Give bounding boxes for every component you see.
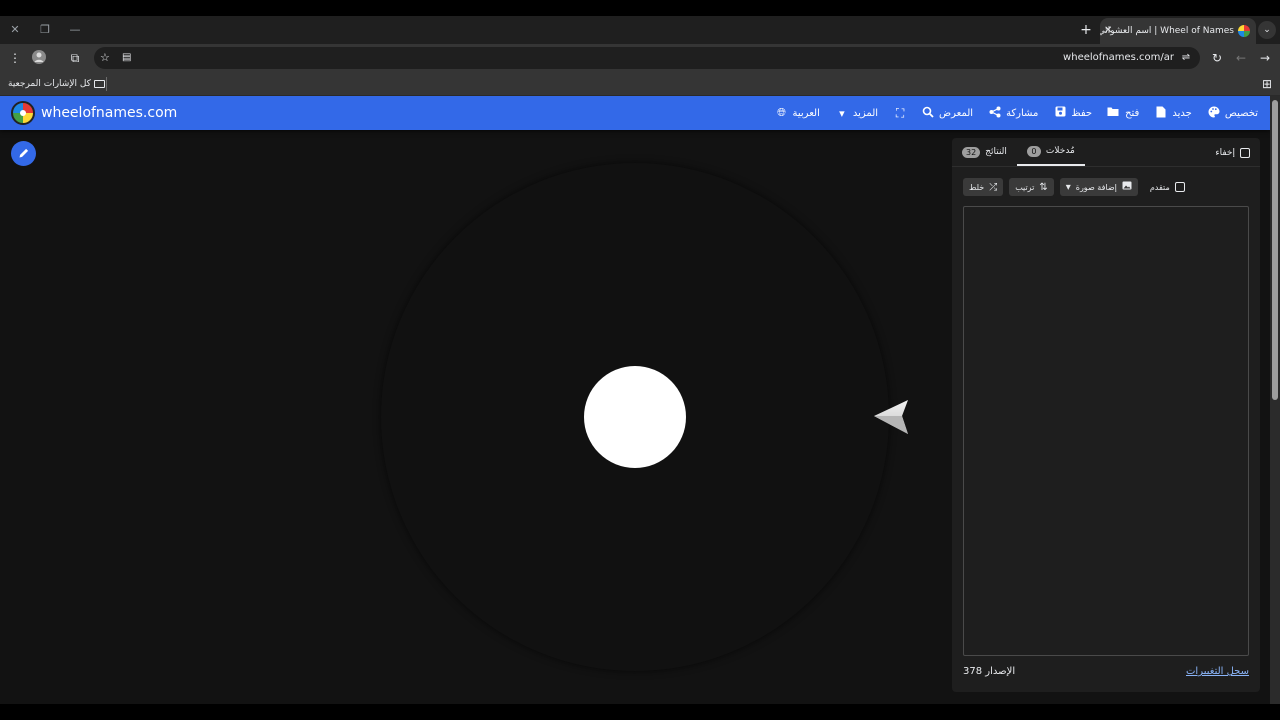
gallery-label: المعرض [939, 107, 974, 119]
advanced-checkbox[interactable] [1174, 182, 1185, 192]
caret-down-icon: ▾ [839, 106, 845, 120]
customize-label: تخصيص [1224, 107, 1258, 119]
shuffle-label: خلط [969, 182, 985, 192]
language-menu[interactable]: 🌐︎ العربية [776, 106, 820, 120]
share-icon [989, 106, 1001, 121]
sort-button[interactable]: ⇅ ترتيب [1009, 178, 1054, 196]
folder-open-icon [1107, 106, 1120, 120]
results-tab-label: النتائج [985, 147, 1007, 157]
version-label: الإصدار [985, 666, 1016, 677]
folder-icon [93, 79, 105, 88]
wheel-center-button[interactable] [584, 366, 686, 468]
new-button[interactable]: جديد [1155, 106, 1192, 121]
palette-icon [1208, 106, 1220, 121]
more-label: المزيد [852, 107, 879, 119]
caret-down-icon: ▾ [1065, 181, 1071, 193]
address-bar[interactable]: ☆ ▤ wheelofnames.com/ar ⇌ [94, 47, 1200, 69]
bottom-edge [0, 704, 1280, 720]
version-info: الإصدار 378 [963, 666, 1015, 677]
new-tab-button[interactable]: + [1078, 16, 1094, 44]
page-scrollbar[interactable] [1270, 96, 1280, 704]
browser-toolbar: ⋮ ⧉ ☆ ▤ wheelofnames.com/ar ⇌ ↻ ← → [0, 44, 1280, 72]
reading-mode-icon[interactable]: ▤ [122, 50, 131, 66]
save-button[interactable]: حفظ [1054, 106, 1092, 120]
advanced-label: متقدم [1149, 182, 1170, 192]
search-icon [922, 106, 934, 121]
entries-panel: 0 مُدخلات 32 النتائج إخفاء ⤮ خلط ⇅ ترتيب… [952, 138, 1260, 692]
window-restore-button[interactable]: ❐ [30, 16, 60, 44]
more-menu[interactable]: ▾ المزيد [836, 107, 878, 120]
tab-title: Wheel of Names | اسم العشوائي [1100, 26, 1234, 36]
browser-tab[interactable]: Wheel of Names | اسم العشوائي ✕ [1100, 18, 1256, 44]
scrollbar-thumb[interactable] [1272, 100, 1278, 400]
gallery-button[interactable]: المعرض [922, 106, 973, 121]
tabs-divider [952, 166, 1260, 167]
favicon-icon [1238, 25, 1250, 37]
new-label: جديد [1172, 107, 1192, 119]
apps-grid-icon[interactable]: ⊞ [1258, 75, 1276, 93]
bookmarks-divider [106, 77, 107, 91]
page-content: wheelofnames.com 🌐︎ العربية ▾ المزيد ⛶ ا… [0, 96, 1270, 704]
bookmarks-folder-label: كل الإشارات المرجعية [8, 79, 91, 89]
tab-results[interactable]: 32 النتائج [952, 138, 1017, 166]
pencil-icon [19, 148, 28, 158]
add-image-button[interactable]: إضافة صورة ▾ [1059, 178, 1138, 196]
window-minimize-button[interactable]: — [60, 16, 90, 44]
hide-label: إخفاء [1215, 148, 1235, 158]
shuffle-button[interactable]: ⤮ خلط [963, 178, 1004, 196]
advanced-toggle[interactable]: متقدم [1150, 182, 1185, 192]
image-icon [1122, 181, 1132, 193]
reload-icon[interactable]: ↻ [1208, 49, 1226, 67]
panel-tabs: 0 مُدخلات 32 النتائج [952, 138, 1085, 166]
shuffle-icon: ⤮ [989, 181, 998, 193]
edit-pencil-button[interactable] [11, 141, 36, 166]
globe-icon: 🌐︎ [777, 106, 786, 119]
main-nav: 🌐︎ العربية ▾ المزيد ⛶ المعرض مشاركة حفظ … [776, 96, 1258, 130]
file-icon [1155, 106, 1167, 121]
language-label: العربية [792, 107, 820, 119]
share-button[interactable]: مشاركة [989, 106, 1038, 121]
customize-button[interactable]: تخصيص [1208, 106, 1258, 121]
save-label: حفظ [1071, 107, 1093, 119]
tab-entries[interactable]: 0 مُدخلات [1016, 138, 1085, 166]
all-bookmarks-folder[interactable]: كل الإشارات المرجعية [8, 76, 109, 92]
open-button[interactable]: فتح [1107, 106, 1140, 120]
tab-search-button[interactable]: ⌄ [1258, 21, 1276, 39]
site-settings-icon[interactable]: ⇌ [1178, 50, 1194, 66]
fullscreen-icon: ⛶ [895, 105, 905, 120]
window-close-button[interactable]: ✕ [0, 16, 30, 44]
version-number: 378 [963, 666, 983, 677]
url-text[interactable]: wheelofnames.com/ar [1063, 47, 1174, 69]
site-title[interactable]: wheelofnames.com [41, 96, 177, 130]
entries-tab-label: مُدخلات [1045, 146, 1075, 156]
sort-label: ترتيب [1015, 182, 1035, 192]
share-label: مشاركة [1006, 107, 1039, 119]
save-icon [1054, 106, 1066, 120]
extensions-icon[interactable]: ⧉ [66, 49, 84, 67]
results-count-badge: 32 [962, 146, 981, 158]
entries-controls: ⤮ خلط ⇅ ترتيب إضافة صورة ▾ متقدم [963, 178, 1185, 196]
entries-textarea[interactable] [963, 206, 1249, 656]
forward-arrow-icon[interactable]: → [1256, 49, 1274, 67]
pointer-icon [874, 400, 908, 434]
fullscreen-button[interactable]: ⛶ [894, 106, 906, 121]
bookmark-star-icon[interactable]: ☆ [100, 50, 110, 66]
entries-count-badge: 0 [1026, 145, 1041, 157]
open-label: فتح [1125, 107, 1140, 119]
browser-tab-strip: ✕ ❐ — + Wheel of Names | اسم العشوائي ✕ … [0, 16, 1280, 44]
app-bar: wheelofnames.com 🌐︎ العربية ▾ المزيد ⛶ ا… [0, 96, 1270, 130]
bookmarks-bar: كل الإشارات المرجعية ⊞ [0, 72, 1280, 96]
hide-checkbox[interactable] [1240, 148, 1250, 158]
changelog-link[interactable]: سجل التغييرات [1186, 666, 1249, 677]
hide-toggle[interactable]: إخفاء [1215, 148, 1250, 158]
add-image-label: إضافة صورة [1075, 182, 1117, 192]
tab-close-button[interactable]: ✕ [1104, 18, 1112, 44]
back-arrow-icon[interactable]: ← [1232, 49, 1250, 67]
sort-icon: ⇅ [1039, 181, 1048, 193]
profile-avatar[interactable] [30, 49, 48, 67]
menu-kebab-icon[interactable]: ⋮ [6, 49, 24, 67]
screen: ✕ ❐ — + Wheel of Names | اسم العشوائي ✕ … [0, 0, 1280, 720]
site-logo-icon[interactable] [11, 101, 35, 125]
